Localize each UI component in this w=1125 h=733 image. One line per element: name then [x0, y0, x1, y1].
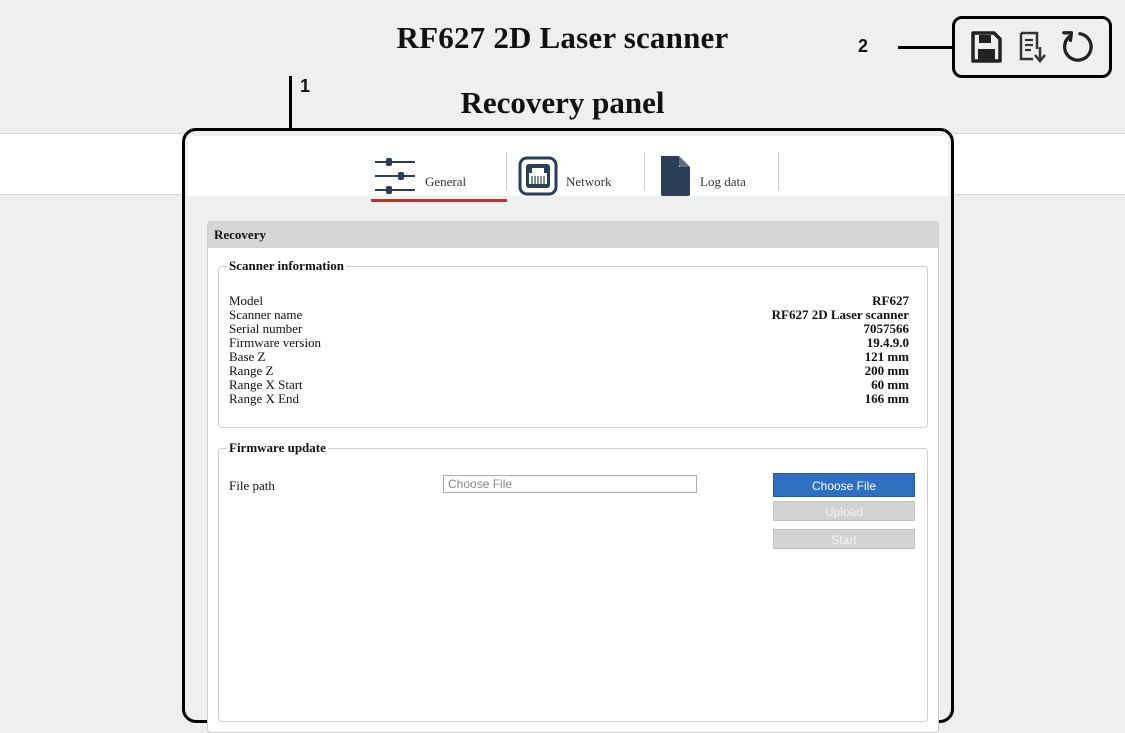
- info-key: Range X Start: [229, 377, 303, 392]
- reboot-icon[interactable]: [1060, 27, 1096, 67]
- page-subtitle: Recovery panel: [460, 85, 665, 120]
- info-row-range-z: Range Z 200 mm: [229, 364, 909, 378]
- save-log-icon[interactable]: [1014, 27, 1050, 67]
- info-key: Range X End: [229, 391, 300, 406]
- info-value: 19.4.9.0: [866, 335, 909, 350]
- info-row-base-z: Base Z 121 mm: [229, 350, 909, 364]
- file-path-label: File path: [229, 478, 275, 493]
- save-icon[interactable]: [968, 27, 1004, 67]
- info-row-firmware-version: Firmware version 19.4.9.0: [229, 336, 909, 350]
- info-key: Model: [229, 293, 263, 308]
- info-row-model: Model RF627: [229, 294, 909, 308]
- tab-network-label: Network: [566, 174, 612, 189]
- upload-button[interactable]: Upload: [773, 501, 915, 521]
- callout-1-label: 1: [300, 76, 311, 96]
- info-value: RF627 2D Laser scanner: [771, 307, 909, 322]
- callout-2-line: [898, 46, 952, 49]
- tab-divider: [644, 152, 645, 190]
- tab-log-data-label: Log data: [700, 174, 746, 189]
- scanner-information-group: Scanner information Model RF627 Scanner …: [218, 258, 928, 428]
- scanner-information-legend: Scanner information: [229, 258, 344, 273]
- info-key: Base Z: [229, 349, 266, 364]
- callout-1-line: [289, 76, 292, 130]
- tab-bar: General Network Log data: [188, 136, 948, 202]
- info-value: 7057566: [863, 321, 910, 336]
- recovery-card-header: Recovery: [208, 222, 938, 248]
- info-value: 166 mm: [864, 391, 909, 406]
- info-row-serial-number: Serial number 7057566: [229, 322, 909, 336]
- info-row-range-x-start: Range X Start 60 mm: [229, 378, 909, 392]
- choose-file-button[interactable]: Choose File: [773, 473, 915, 497]
- tab-log-data[interactable]: Log data: [658, 146, 746, 198]
- tab-general[interactable]: General: [373, 146, 466, 198]
- info-value: 121 mm: [864, 349, 909, 364]
- info-value: 60 mm: [871, 377, 909, 392]
- recovery-panel: General Network Log data Recovery Scanne…: [182, 128, 954, 733]
- tab-network[interactable]: Network: [518, 146, 612, 198]
- recovery-card: Recovery Scanner information Model RF627…: [207, 221, 939, 733]
- toolbar: [952, 16, 1112, 78]
- ethernet-port-icon: [518, 156, 558, 196]
- document-icon: [661, 156, 690, 196]
- tab-general-label: General: [425, 174, 467, 189]
- info-key: Firmware version: [229, 335, 322, 350]
- info-row-scanner-name: Scanner name RF627 2D Laser scanner: [229, 308, 909, 322]
- active-tab-indicator: [371, 199, 507, 202]
- info-key: Range Z: [229, 363, 274, 378]
- info-row-range-x-end: Range X End 166 mm: [229, 392, 909, 406]
- sliders-icon: [375, 158, 415, 194]
- file-path-input[interactable]: Choose File: [443, 475, 697, 493]
- info-value: 200 mm: [864, 363, 909, 378]
- start-button[interactable]: Start: [773, 529, 915, 549]
- info-key: Serial number: [229, 321, 303, 336]
- tab-divider: [778, 152, 779, 190]
- firmware-update-group: Firmware update File path Choose File Ch…: [218, 440, 928, 722]
- info-key: Scanner name: [229, 307, 303, 322]
- info-value: RF627: [872, 293, 909, 308]
- firmware-update-legend: Firmware update: [229, 440, 326, 455]
- tab-divider: [506, 152, 507, 190]
- callout-2-label: 2: [858, 36, 869, 56]
